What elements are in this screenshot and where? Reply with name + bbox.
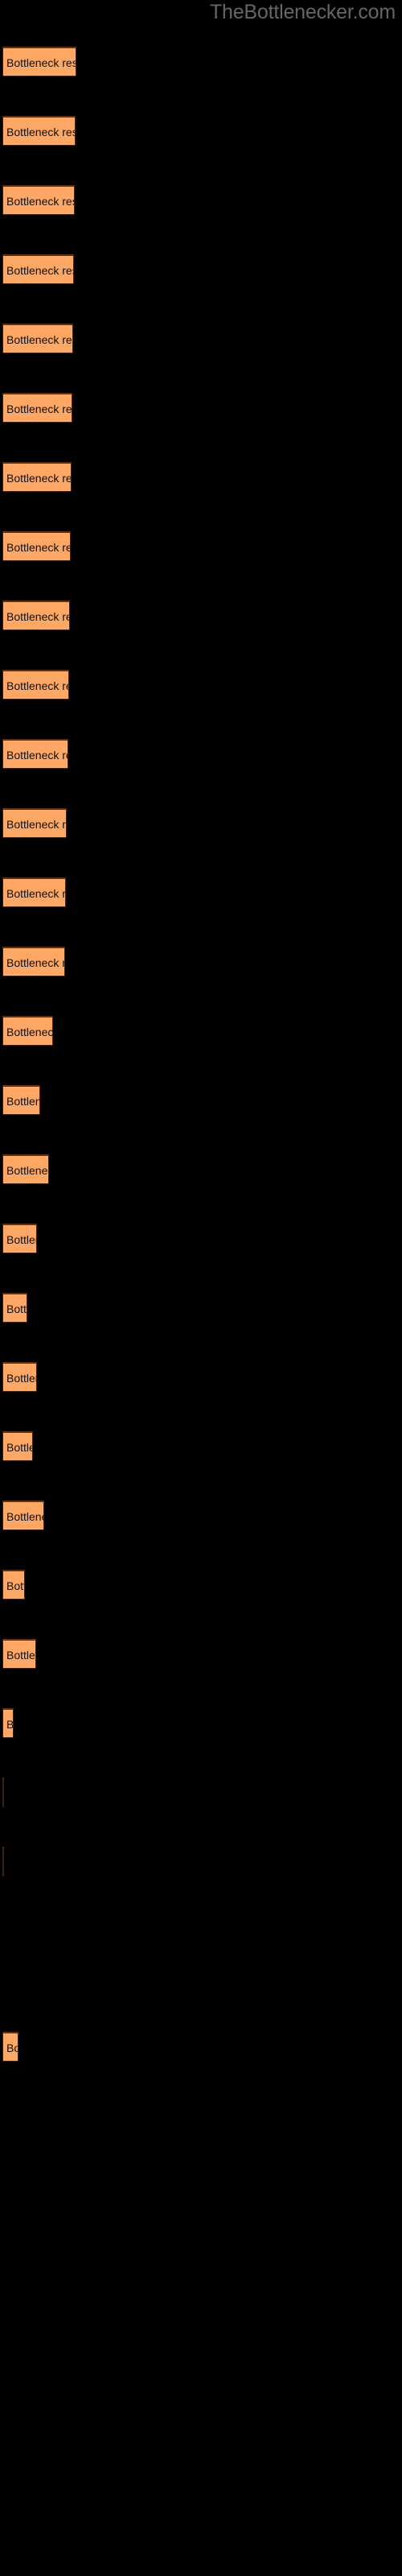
bar-label: Bottleneck result	[6, 472, 72, 485]
bar-label: Bottleneck result	[6, 56, 76, 69]
bar-label: Bottleneck result	[6, 1510, 43, 1523]
bar-label: Bottleneck result	[6, 1441, 32, 1454]
bar-label: Bottleneck result	[6, 1233, 36, 1246]
bottleneck-bar[interactable]: Bottleneck result	[2, 1639, 36, 1669]
bottleneck-bar[interactable]: Bottleneck result	[2, 1501, 44, 1530]
bar-label: Bottleneck result	[6, 1579, 24, 1592]
bottleneck-chart: TheBottlenecker.com Bottleneck resultBot…	[0, 0, 402, 2576]
bar-label: Bottleneck result	[6, 541, 70, 554]
bar-label: Bottleneck result	[6, 1026, 53, 1038]
bottleneck-bar[interactable]: Bottleneck result	[2, 1708, 14, 1738]
bottleneck-bar[interactable]: Bottleneck result	[2, 739, 68, 769]
bottleneck-bar[interactable]: Bottleneck result	[2, 1016, 53, 1046]
bar-label: Bottleneck result	[6, 956, 64, 969]
bottleneck-bar[interactable]: Bottleneck result	[2, 1154, 49, 1184]
bar-label: Bottleneck result	[6, 749, 68, 762]
bottleneck-bar[interactable]: Bottleneck result	[2, 324, 73, 353]
bar-label: Bottleneck result	[6, 1164, 48, 1177]
bar-label: Bottleneck result	[6, 1649, 35, 1662]
bottleneck-bar[interactable]: Bottleneck result	[2, 1362, 37, 1392]
bottleneck-bar[interactable]: Bottleneck result	[2, 808, 67, 838]
bottleneck-bar[interactable]: Bottleneck result	[2, 1085, 40, 1115]
bar-label: Bottleneck result	[6, 2041, 18, 2054]
bar-label: Bottleneck result	[6, 818, 66, 831]
bottleneck-bar[interactable]: Bottleneck result	[2, 1570, 25, 1600]
bottleneck-bar[interactable]: Bottleneck result	[2, 462, 72, 492]
bar-label: Bottleneck result	[6, 679, 68, 692]
bar-label: Bottleneck result	[6, 610, 69, 623]
bar-label: Bottleneck result	[6, 195, 74, 208]
bottleneck-bar[interactable]: Bottleneck result	[2, 877, 66, 907]
bottleneck-bar[interactable]: Bottleneck result	[2, 531, 71, 561]
bar-label: Bottleneck result	[6, 1372, 36, 1385]
bottleneck-bar[interactable]: Bottleneck result	[2, 601, 70, 630]
bottleneck-bar[interactable]: Bottleneck result	[2, 47, 76, 76]
bar-label: Bottleneck result	[6, 887, 66, 900]
bar-label: Bottleneck result	[6, 126, 75, 138]
bottleneck-bar[interactable]: Bottleneck result	[2, 1431, 33, 1461]
chart-plot-area: Bottleneck result Bottleneck result Bottle…	[0, 0, 402, 2576]
bar-label: Bottleneck result	[6, 1718, 14, 1731]
bar-label: Bottleneck result	[6, 1302, 27, 1315]
bottleneck-bar[interactable]: Bottleneck result	[2, 670, 69, 700]
bottleneck-bar[interactable]: Bottleneck result	[2, 1293, 27, 1323]
bottleneck-bar[interactable]: Bottleneck result	[2, 254, 74, 284]
bar-label: Bottleneck result	[6, 264, 73, 277]
bottleneck-bar[interactable]: Bottleneck result	[2, 1224, 37, 1253]
bottleneck-bar[interactable]: Bottleneck result	[2, 116, 76, 146]
bottleneck-bar[interactable]: Bottleneck result	[2, 393, 72, 423]
bottleneck-bar[interactable]: Bottleneck result	[2, 1847, 4, 1876]
bar-label: Bottleneck result	[6, 402, 72, 415]
bottleneck-bar[interactable]: Bottleneck result	[2, 185, 75, 215]
bottleneck-bar[interactable]: Bottleneck result	[2, 947, 65, 976]
bottleneck-bar[interactable]: Bottleneck result	[2, 2032, 18, 2062]
bottleneck-bar[interactable]: Bottleneck result	[2, 1777, 4, 1807]
bar-label: Bottleneck result	[6, 333, 72, 346]
bar-label: Bottleneck result	[6, 1095, 39, 1108]
